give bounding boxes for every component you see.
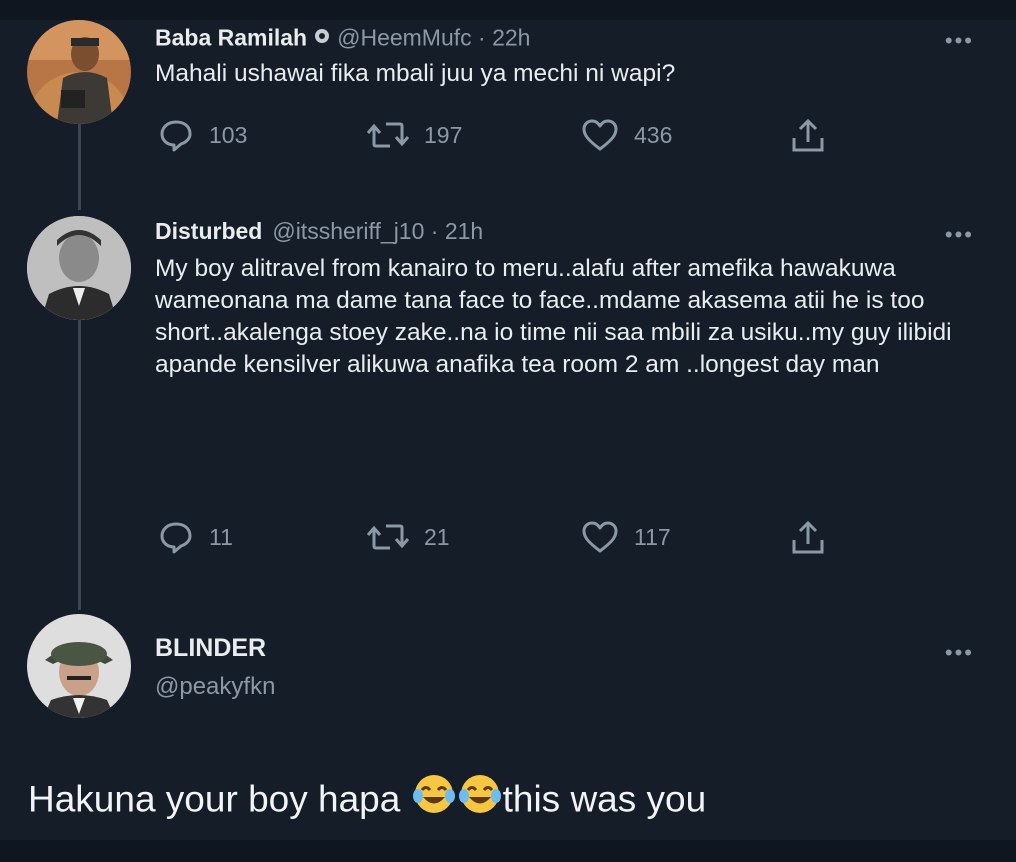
retweet-count: 21 [424, 523, 450, 550]
tweet-actions: 103 197 436 [155, 116, 855, 156]
reply-button[interactable]: 11 [157, 518, 233, 556]
reply-icon [157, 518, 195, 556]
author-handle-time[interactable]: @HeemMufc · 22h [337, 25, 530, 51]
retweet-button[interactable]: 197 [366, 116, 462, 154]
caption-text-after: this was you [502, 778, 707, 820]
tweet-actions: 11 21 117 [155, 518, 855, 558]
like-button[interactable]: 117 [580, 518, 671, 556]
heart-icon [580, 116, 620, 154]
like-count: 436 [634, 121, 673, 148]
more-options-button[interactable]: ••• [945, 30, 974, 52]
more-options-button[interactable]: ••• [945, 642, 974, 664]
face-with-tears-of-joy-emoji [457, 772, 503, 825]
reply-count: 11 [209, 523, 233, 550]
author-name[interactable]: Baba Ramilah [155, 25, 307, 51]
caption-text-before: Hakuna your boy hapa [28, 778, 411, 820]
retweet-count: 197 [424, 121, 463, 148]
thread-connector-line [78, 320, 81, 610]
retweet-button[interactable]: 21 [366, 518, 450, 556]
reply-count: 103 [209, 121, 248, 148]
profile-name[interactable]: BLINDER [155, 634, 266, 663]
retweet-icon [366, 518, 410, 556]
tweet-header: Disturbed @itssheriff_j10 · 21h [155, 218, 483, 245]
share-button[interactable] [788, 116, 828, 156]
avatar-disturbed[interactable] [27, 216, 131, 320]
top-edge-strip [0, 0, 1016, 20]
face-with-tears-of-joy-emoji [411, 772, 457, 825]
avatar-baba-ramilah[interactable] [27, 20, 131, 124]
like-button[interactable]: 436 [580, 116, 672, 154]
share-icon [788, 116, 828, 156]
profile-handle[interactable]: @peakyfkn [155, 673, 275, 701]
caption: Hakuna your boy hapa this was you [28, 775, 707, 825]
bottom-edge-strip [0, 840, 1016, 862]
more-options-button[interactable]: ••• [945, 224, 974, 246]
tweet-text: Mahali ushawai fika mbali juu ya mechi n… [155, 60, 676, 87]
reply-icon [157, 116, 195, 154]
like-count: 117 [634, 523, 671, 550]
verified-badge-icon [313, 24, 331, 51]
avatar-blinder[interactable] [27, 614, 131, 718]
author-name[interactable]: Disturbed [155, 218, 262, 244]
heart-icon [580, 518, 620, 556]
share-icon [788, 518, 828, 558]
tweet-text: My boy alitravel from kanairo to meru..a… [155, 255, 952, 378]
share-button[interactable] [788, 518, 828, 558]
thread-connector-line [78, 122, 81, 210]
author-handle-time[interactable]: @itssheriff_j10 · 21h [272, 218, 483, 244]
tweet-header: Baba Ramilah @HeemMufc · 22h [155, 24, 530, 55]
reply-button[interactable]: 103 [157, 116, 247, 154]
retweet-icon [366, 116, 410, 154]
